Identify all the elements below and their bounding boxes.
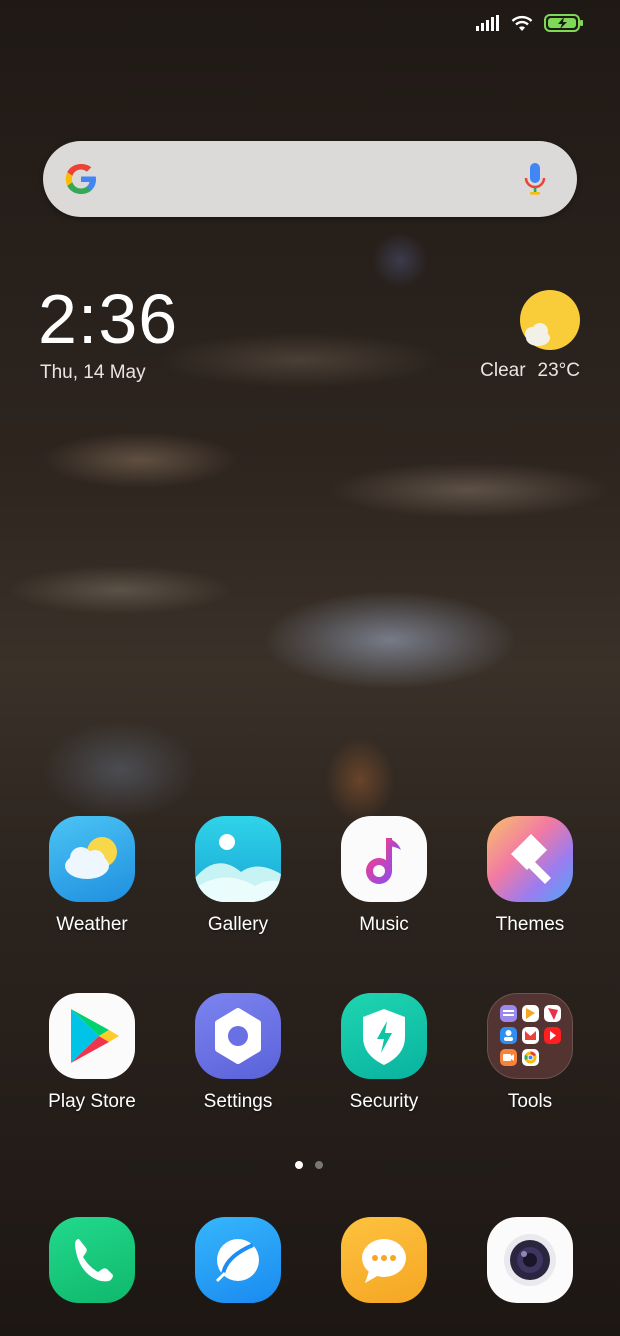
app-music[interactable]: Music: [314, 816, 454, 936]
dock-camera[interactable]: [460, 1217, 600, 1303]
app-label: Security: [349, 1091, 419, 1112]
weather-condition: Clear: [480, 360, 526, 381]
messaging-icon: [341, 1217, 427, 1303]
battery-charging-icon: [544, 14, 583, 32]
app-gallery[interactable]: Gallery: [168, 816, 308, 936]
weather-temperature: 23°C: [537, 360, 580, 381]
dock-phone[interactable]: [22, 1217, 162, 1303]
gallery-app-icon: [195, 816, 281, 902]
page-indicator: [295, 1161, 323, 1169]
settings-app-icon: [195, 993, 281, 1079]
app-settings[interactable]: Settings: [168, 993, 308, 1113]
google-icon: [65, 164, 96, 194]
tools-folder-icon: [487, 993, 573, 1079]
app-label: Themes: [495, 914, 565, 935]
security-app-icon: [341, 993, 427, 1079]
app-label: Settings: [203, 1091, 273, 1112]
app-label: Gallery: [207, 914, 269, 935]
dock-messaging[interactable]: [314, 1217, 454, 1303]
google-search-bar[interactable]: [43, 141, 577, 217]
app-security[interactable]: Security: [314, 993, 454, 1113]
signal-icon: [476, 15, 499, 31]
app-play-store[interactable]: Play Store: [22, 993, 162, 1113]
weather-summary[interactable]: Clear 23°C: [468, 360, 580, 382]
dock-browser[interactable]: [168, 1217, 308, 1303]
app-label: Play Store: [48, 1091, 136, 1112]
wifi-icon: [511, 15, 533, 31]
page-dot: [315, 1161, 323, 1169]
camera-icon: [487, 1217, 573, 1303]
play-store-app-icon: [49, 993, 135, 1079]
sun-cloud-icon: [520, 290, 580, 350]
app-label: Music: [359, 914, 409, 935]
phone-icon: [49, 1217, 135, 1303]
weather-app-icon: [49, 816, 135, 902]
weather-widget[interactable]: [518, 290, 582, 359]
themes-app-icon: [487, 816, 573, 902]
browser-icon: [195, 1217, 281, 1303]
status-bar: [476, 14, 584, 32]
app-themes[interactable]: Themes: [460, 816, 600, 936]
page-dot-active: [295, 1161, 303, 1169]
clock-time[interactable]: 2:36: [38, 284, 178, 354]
app-weather[interactable]: Weather: [22, 816, 162, 936]
music-app-icon: [341, 816, 427, 902]
folder-tools[interactable]: Tools: [460, 993, 600, 1113]
app-label: Tools: [507, 1091, 553, 1112]
mic-icon[interactable]: [523, 161, 547, 197]
clock-date[interactable]: Thu, 14 May: [40, 362, 146, 384]
app-label: Weather: [56, 914, 128, 935]
